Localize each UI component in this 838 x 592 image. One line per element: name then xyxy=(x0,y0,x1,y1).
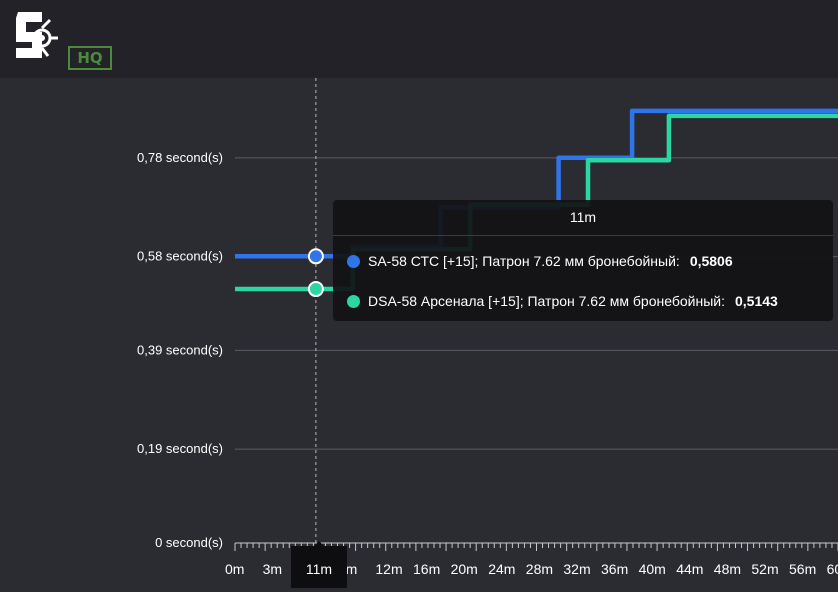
x-tick-label: 52m xyxy=(751,561,778,577)
x-tick-label: 16m xyxy=(413,561,440,577)
x-tick-label: 48m xyxy=(714,561,741,577)
series-2-dot-icon xyxy=(347,295,360,308)
tooltip-series-1-label: SA-58 СТС [+15]; Патрон 7.62 мм бронебой… xyxy=(368,253,680,269)
x-tick-label: 44m xyxy=(676,561,703,577)
series-1-dot-icon xyxy=(347,255,360,268)
tooltip-series-2-label: DSA-58 Арсенала [+15]; Патрон 7.62 мм бр… xyxy=(368,293,725,309)
x-tick-label: 56m xyxy=(789,561,816,577)
y-tick-label: 0,58 second(s) xyxy=(137,249,223,264)
x-tick-label: 24m xyxy=(488,561,515,577)
tooltip-series-1-value: 0,5806 xyxy=(689,253,733,269)
x-tick-label: 60m xyxy=(827,561,838,577)
tooltip-row-series-1: SA-58 СТС [+15]; Патрон 7.62 мм бронебой… xyxy=(347,251,733,271)
x-tick-label: 12m xyxy=(375,561,402,577)
y-tick-label: 0,78 second(s) xyxy=(137,150,223,165)
y-tick-label: 0,19 second(s) xyxy=(137,441,223,456)
x-tick-label: 3m xyxy=(263,561,282,577)
x-tick-label: 20m xyxy=(451,561,478,577)
x-tick-label: 32m xyxy=(563,561,590,577)
tooltip-title: 11m xyxy=(333,200,833,236)
chart-tooltip: 11m SA-58 СТС [+15]; Патрон 7.62 мм брон… xyxy=(333,200,833,321)
x-tick-label: 28m xyxy=(526,561,553,577)
x-tick-label: 36m xyxy=(601,561,628,577)
tooltip-row-series-2: DSA-58 Арсенала [+15]; Патрон 7.62 мм бр… xyxy=(347,291,778,311)
tooltip-series-2-value: 0,5143 xyxy=(735,293,778,309)
hover-point-series-2 xyxy=(307,281,324,298)
hover-point-series-1 xyxy=(307,248,324,265)
crosshair-x-label: 11m xyxy=(291,541,347,588)
x-tick-label: 40m xyxy=(639,561,666,577)
x-tick-label: 0m xyxy=(225,561,244,577)
y-tick-label: 0 second(s) xyxy=(155,535,223,550)
y-tick-label: 0,39 second(s) xyxy=(137,342,223,357)
